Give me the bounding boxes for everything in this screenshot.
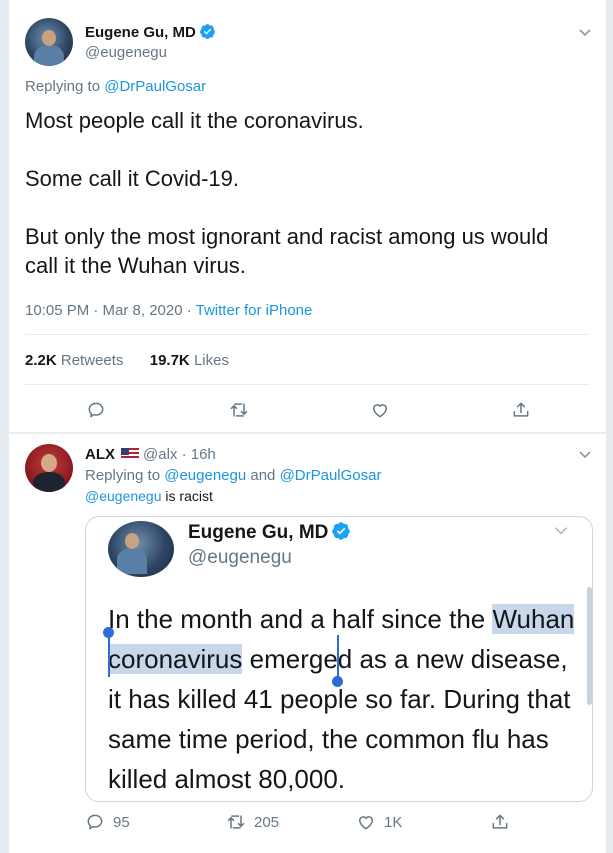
replying-to: Replying to @DrPaulGosar — [25, 78, 207, 95]
tweet-line: Most people call it the coronavirus. — [25, 108, 364, 133]
selection-end-handle — [337, 635, 339, 679]
author-handle: @eugenegu — [188, 547, 292, 568]
retweet-button[interactable]: 205 — [226, 812, 279, 832]
author-name: Eugene Gu, MD — [188, 521, 351, 544]
share-button[interactable] — [511, 400, 531, 420]
share-icon — [492, 814, 508, 829]
selection-start-handle — [108, 633, 110, 677]
tweet-line: Some call it Covid-19. — [25, 166, 239, 191]
mention-link[interactable]: @eugenegu — [85, 488, 162, 504]
like-icon — [373, 404, 387, 418]
mention-link[interactable]: @DrPaulGosar — [280, 467, 382, 484]
divider — [25, 384, 590, 385]
reply-tweet[interactable]: ALX @alx · 16h Replying to @eugenegu and … — [8, 434, 607, 853]
tweet-text: In the month and a half since the Wuhan … — [108, 604, 575, 794]
selection-start-handle — [103, 627, 114, 638]
chevron-down-icon[interactable] — [577, 446, 593, 462]
tweet-line: But only the most ignorant and racist am… — [25, 224, 549, 278]
verified-badge-icon — [332, 522, 351, 540]
action-bar: 95 205 1K — [9, 812, 606, 836]
avatar — [108, 521, 174, 577]
author-handle[interactable]: @alx · 16h — [143, 446, 216, 463]
mention-link[interactable]: @eugenegu — [164, 467, 246, 484]
reply-button[interactable] — [86, 400, 106, 420]
author-name[interactable]: ALX @alx · 16h — [85, 446, 216, 463]
chevron-down-icon[interactable] — [577, 24, 593, 40]
retweets-stat[interactable]: 2.2K Retweets — [25, 352, 123, 369]
chevron-down-icon — [554, 527, 568, 535]
avatar[interactable] — [25, 444, 73, 492]
attached-image[interactable]: Eugene Gu, MD @eugenegu In the month and… — [85, 516, 593, 802]
author-handle[interactable]: @eugenegu — [85, 44, 167, 61]
reply-icon — [88, 402, 104, 418]
reply-button[interactable]: 95 — [85, 812, 130, 832]
action-bar — [9, 400, 606, 424]
like-count: 1K — [384, 813, 403, 831]
like-button[interactable] — [370, 400, 390, 420]
retweet-icon — [227, 815, 245, 829]
share-button[interactable] — [490, 812, 510, 832]
replying-to: Replying to @eugenegu and @DrPaulGosar — [85, 467, 382, 484]
author-name[interactable]: Eugene Gu, MD — [85, 23, 216, 41]
main-tweet: Eugene Gu, MD @eugenegu Replying to @DrP… — [8, 0, 607, 433]
share-icon — [513, 402, 529, 417]
selection-end-handle — [332, 676, 343, 687]
mention-link[interactable]: @DrPaulGosar — [104, 78, 206, 95]
avatar[interactable] — [25, 18, 73, 66]
reply-icon — [87, 814, 103, 830]
verified-badge-icon — [199, 24, 215, 39]
tweet-timestamp: 10:05 PM · Mar 8, 2020 · Twitter for iPh… — [25, 302, 313, 319]
us-flag-icon — [121, 448, 139, 460]
retweet-icon — [230, 403, 248, 417]
retweet-count: 205 — [254, 813, 280, 831]
likes-stat[interactable]: 19.7K Likes — [150, 352, 229, 369]
like-button[interactable]: 1K — [356, 812, 402, 832]
scrollbar — [587, 587, 592, 705]
reply-count: 95 — [113, 813, 130, 831]
like-icon — [359, 816, 373, 830]
tweet-stats: 2.2K Retweets 19.7K Likes — [25, 352, 229, 369]
tweet-text: Most people call it the coronavirus. Som… — [25, 106, 585, 309]
retweet-button[interactable] — [229, 400, 249, 420]
source-link[interactable]: Twitter for iPhone — [196, 302, 313, 319]
tweet-text: @eugenegu is racist — [85, 488, 213, 504]
divider — [25, 334, 590, 335]
